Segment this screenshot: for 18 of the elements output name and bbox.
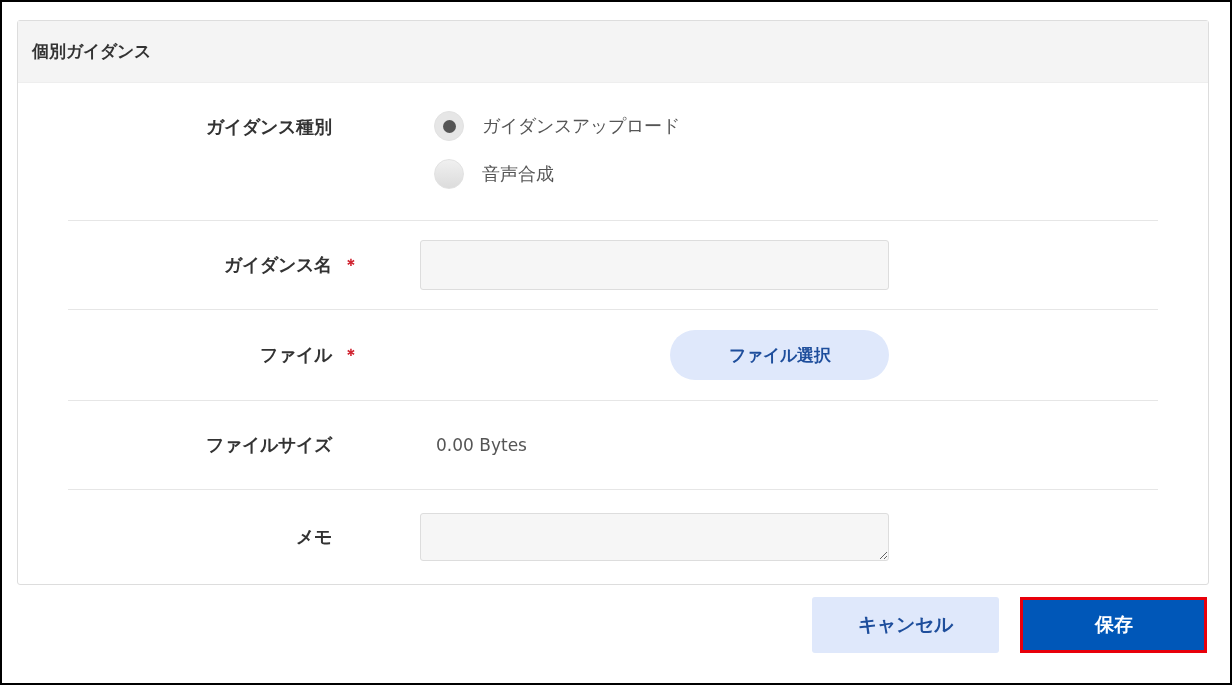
- radio-label[interactable]: 音声合成: [482, 162, 554, 186]
- field-label: メモ: [296, 525, 332, 549]
- radio-label[interactable]: ガイダンスアップロード: [482, 114, 680, 138]
- name-input-field[interactable]: [420, 240, 889, 290]
- panel-title: 個別ガイダンス: [32, 40, 151, 63]
- required-mark: ＊: [343, 254, 359, 276]
- save-button[interactable]: 保存: [1020, 597, 1207, 653]
- radio-button[interactable]: [434, 111, 464, 141]
- radio-button[interactable]: [434, 159, 464, 189]
- file-select-button[interactable]: ファイル選択: [670, 330, 889, 380]
- cancel-button[interactable]: キャンセル: [812, 597, 999, 653]
- required-mark: ＊: [343, 344, 359, 366]
- field-label: ガイダンス名: [224, 253, 332, 277]
- file-size-value: 0.00 Bytes: [435, 435, 527, 455]
- field-label: ファイル: [260, 343, 332, 367]
- memo-input-field[interactable]: [420, 513, 889, 561]
- field-label: ガイダンス種別: [206, 115, 332, 139]
- field-label: ファイルサイズ: [206, 433, 332, 457]
